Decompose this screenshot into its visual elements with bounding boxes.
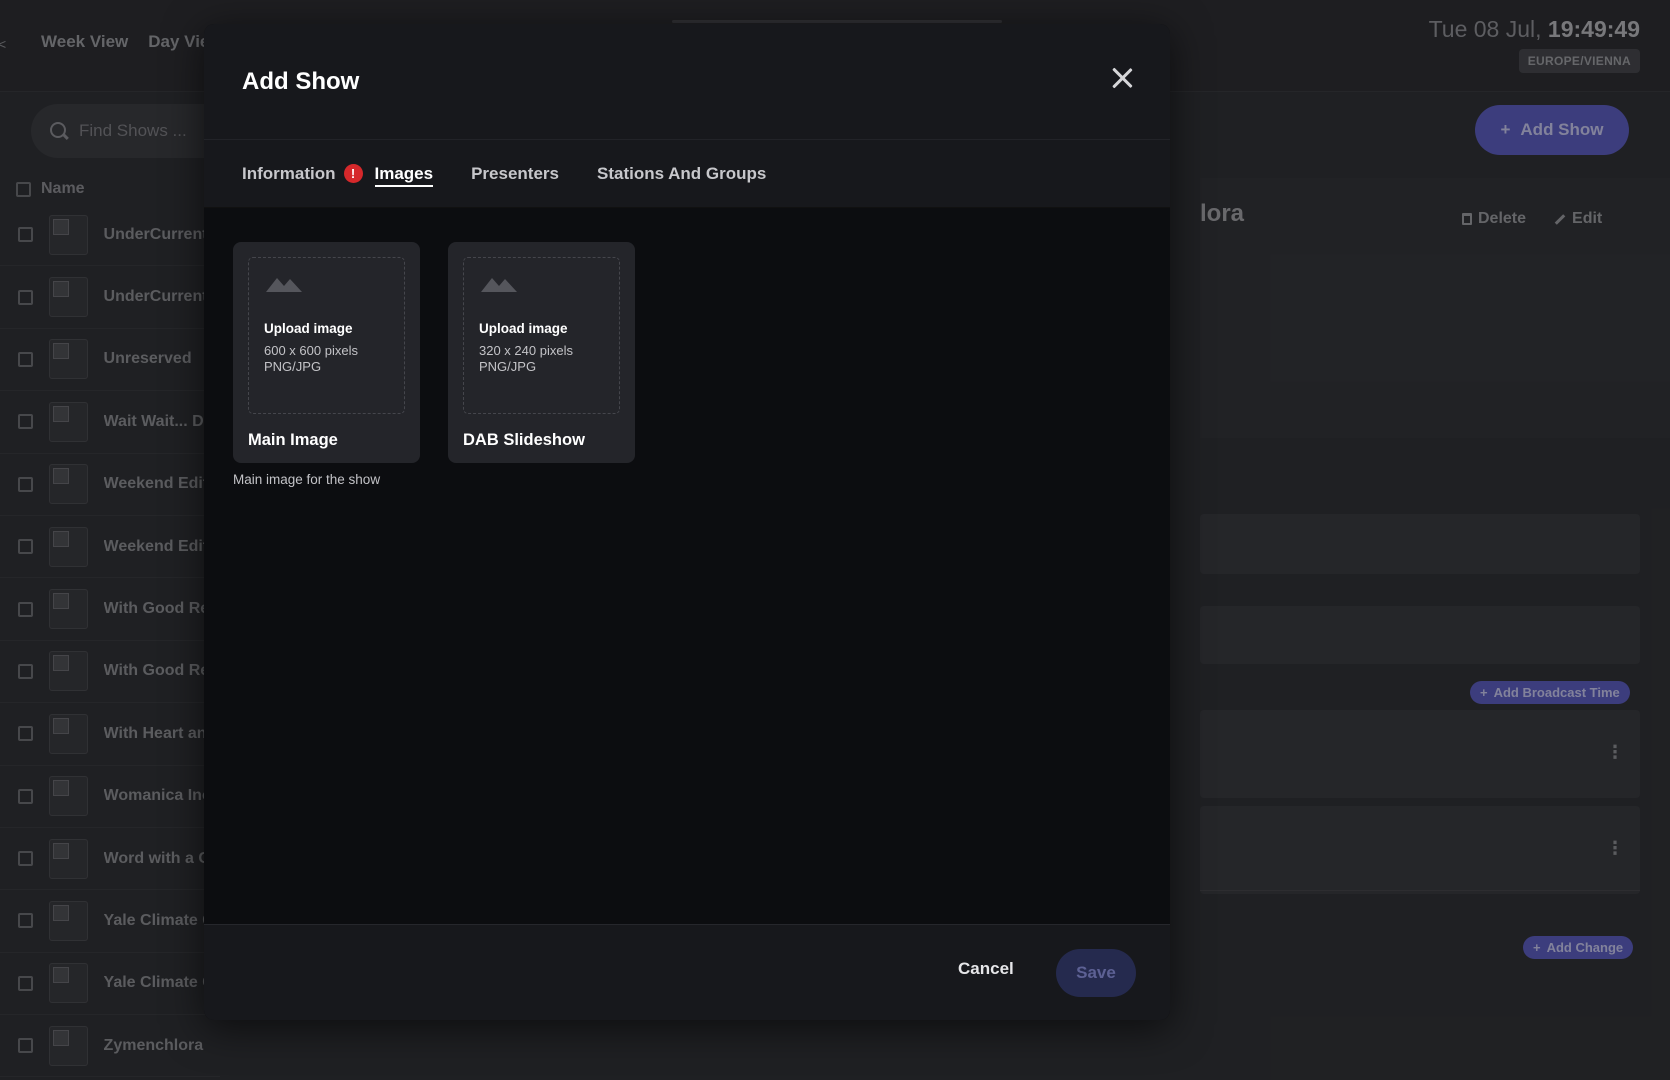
cancel-button[interactable]: Cancel <box>958 959 1014 979</box>
dab-slideshow-label: DAB Slideshow <box>463 431 585 449</box>
image-dropzone[interactable]: Upload image 320 x 240 pixels PNG/JPG <box>463 257 620 414</box>
dialog-tabs: Information ! Images Presenters Stations… <box>204 140 1170 208</box>
tab-information[interactable]: Information ! <box>242 140 363 207</box>
tab-stations-and-groups[interactable]: Stations And Groups <box>597 140 766 207</box>
tab-information-label: Information <box>242 163 336 183</box>
dialog-footer: Cancel Save <box>204 924 1170 1020</box>
image-dropzone[interactable]: Upload image 600 x 600 pixels PNG/JPG <box>248 257 405 414</box>
error-alert-icon: ! <box>343 164 363 183</box>
save-button[interactable]: Save <box>1056 949 1136 997</box>
tab-stations-label: Stations And Groups <box>596 163 767 183</box>
image-placeholder-icon <box>266 278 302 292</box>
image-format-hint: PNG/JPG <box>264 359 322 374</box>
image-format-hint: PNG/JPG <box>479 359 537 374</box>
tab-images[interactable]: Images <box>374 140 434 207</box>
tab-images-label: Images <box>374 163 434 183</box>
tab-presenters-label: Presenters <box>471 163 559 183</box>
dialog-body: Upload image 600 x 600 pixels PNG/JPG Ma… <box>204 208 1170 926</box>
upload-image-title: Upload image <box>479 321 568 336</box>
add-show-dialog: Add Show Information ! Images Presenters… <box>204 24 1170 1020</box>
image-size-hint: 600 x 600 pixels <box>264 343 358 358</box>
dialog-header: Add Show <box>204 24 1170 140</box>
image-placeholder-icon <box>481 278 517 292</box>
main-image-upload-card[interactable]: Upload image 600 x 600 pixels PNG/JPG Ma… <box>233 242 420 463</box>
upload-image-title: Upload image <box>264 321 353 336</box>
tab-presenters[interactable]: Presenters <box>471 140 559 207</box>
image-size-hint: 320 x 240 pixels <box>479 343 573 358</box>
dialog-title: Add Show <box>242 67 360 95</box>
close-icon[interactable] <box>1110 66 1134 90</box>
main-image-label: Main Image <box>248 431 338 449</box>
main-image-help-text: Main image for the show <box>233 472 381 487</box>
dab-slideshow-upload-card[interactable]: Upload image 320 x 240 pixels PNG/JPG DA… <box>448 242 635 463</box>
